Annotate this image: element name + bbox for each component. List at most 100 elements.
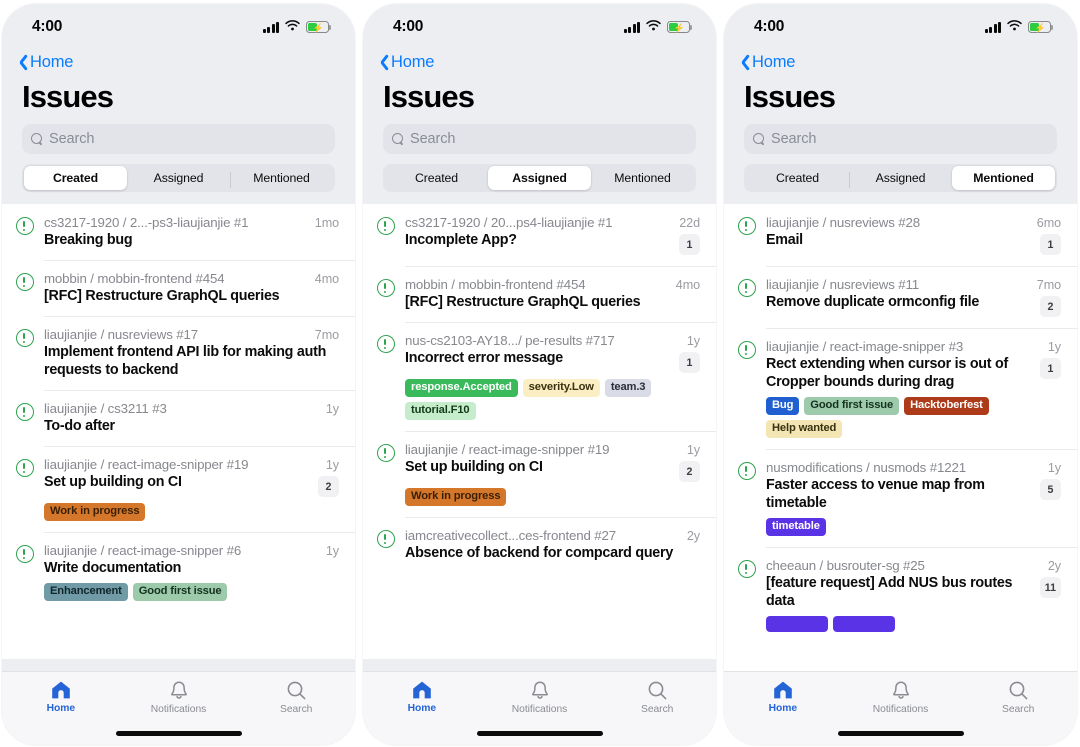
issue-label: Enhancement [44, 583, 128, 602]
home-icon [411, 680, 433, 700]
issue-list[interactable]: cs3217-1920 / 20...ps4-liaujianjie #1 22d… [363, 204, 716, 671]
issue-row[interactable]: cs3217-1920 / 20...ps4-liaujianjie #1 22d… [363, 204, 716, 266]
tabbar-item-search[interactable]: Search [959, 680, 1077, 745]
issue-row[interactable]: nusmodifications / nusmods #1221 1y Faster… [724, 449, 1077, 547]
issue-list[interactable]: liaujianjie / nusreviews #28 6mo Email 1 lia… [724, 204, 1077, 671]
comment-count-badge: 1 [679, 234, 700, 255]
issue-row[interactable]: mobbin / mobbin-frontend #454 4mo [RFC] Re… [2, 260, 355, 316]
issue-row-content: liaujianjie / nusreviews #11 7mo Remove du… [766, 277, 1061, 317]
issue-row[interactable]: liaujianjie / cs3211 #3 1y To-do after [2, 390, 355, 446]
issue-row[interactable]: cs3217-1920 / 2...-ps3-liaujianjie #1 1mo… [2, 204, 355, 260]
segmented-control-area: Created Assigned Mentioned [363, 164, 716, 204]
phone-panel-3: 4:00 ⚡ Home Issues Search Created Assigned Ment… [724, 4, 1077, 745]
tabbar-item-home[interactable]: Home [363, 680, 481, 745]
search-placeholder: Search [410, 131, 456, 147]
issue-row[interactable]: iamcreativecollect...ces-frontend #27 2y A… [363, 517, 716, 573]
back-button-label[interactable]: Home [752, 53, 795, 72]
issue-age: 1mo [314, 216, 339, 230]
issue-list[interactable]: cs3217-1920 / 2...-ps3-liaujianjie #1 1mo… [2, 204, 355, 671]
tabbar-item-home[interactable]: Home [2, 680, 120, 745]
tab-mentioned[interactable]: Mentioned [591, 166, 694, 190]
issue-row[interactable]: liaujianjie / react-image-snipper #3 1y Re… [724, 328, 1077, 449]
issue-repo: liaujianjie / nusreviews #17 [44, 327, 198, 342]
wifi-icon [1007, 18, 1022, 36]
chevron-left-icon[interactable] [15, 52, 28, 72]
tab-assigned[interactable]: Assigned [849, 166, 952, 190]
tab-created-label: Created [775, 171, 820, 185]
search-input[interactable]: Search [744, 124, 1057, 154]
home-indicator[interactable] [476, 731, 603, 736]
issue-row[interactable]: mobbin / mobbin-frontend #454 4mo [RFC] Re… [363, 266, 716, 322]
issue-row-header: liaujianjie / react-image-snipper #19 1y [44, 457, 339, 472]
tabbar-item-home[interactable]: Home [724, 680, 842, 745]
tabbar-item-search[interactable]: Search [598, 680, 716, 745]
segment-divider [230, 172, 231, 188]
issue-repo: liaujianjie / nusreviews #11 [766, 277, 919, 292]
issue-open-icon [16, 545, 34, 564]
page-title: Issues [2, 74, 355, 124]
back-button-label[interactable]: Home [391, 53, 434, 72]
issue-label: Good first issue [132, 583, 228, 602]
tab-mentioned[interactable]: Mentioned [230, 166, 333, 190]
tabbar-item-search[interactable]: Search [237, 680, 355, 745]
home-indicator[interactable] [837, 731, 964, 736]
issue-row[interactable]: nus-cs2103-AY18.../ pe-results #717 1y Inc… [363, 322, 716, 431]
issue-row-header: mobbin / mobbin-frontend #454 4mo [44, 271, 339, 286]
issue-row-header: mobbin / mobbin-frontend #454 4mo [405, 277, 700, 292]
issue-row[interactable]: liaujianjie / nusreviews #11 7mo Remove du… [724, 266, 1077, 328]
segmented-control-area: Created Assigned Mentioned [2, 164, 355, 204]
issue-title-line: [RFC] Restructure GraphQL queries [44, 287, 339, 305]
tab-created-label: Created [52, 171, 99, 185]
search-input[interactable]: Search [22, 124, 335, 154]
tab-created[interactable]: Created [24, 166, 127, 190]
issue-row-content: mobbin / mobbin-frontend #454 4mo [RFC] Re… [44, 271, 339, 305]
issue-row[interactable]: liaujianjie / nusreviews #17 7mo Implement… [2, 316, 355, 390]
issue-open-icon [377, 335, 395, 353]
issue-label: Work in progress [44, 503, 146, 522]
home-indicator[interactable] [115, 731, 242, 736]
search-icon [286, 680, 307, 701]
issue-title: Set up building on CI [405, 459, 543, 476]
status-bar-icons: ⚡ [262, 18, 332, 36]
phone-panel-1: 4:00 ⚡ Home Issues Search Created Assigned Ment… [2, 4, 355, 745]
tab-created[interactable]: Created [385, 166, 488, 190]
comment-count-badge: 11 [1039, 577, 1061, 599]
issue-row[interactable]: liaujianjie / react-image-snipper #6 1y Wr… [2, 532, 355, 612]
tab-assigned[interactable]: Assigned [127, 166, 230, 190]
issue-title-line: Absence of backend for compcard query [405, 544, 700, 562]
issue-row[interactable]: liaujianjie / react-image-snipper #19 1y S… [2, 446, 355, 532]
issue-row-header: nusmodifications / nusmods #1221 1y [766, 460, 1061, 475]
issue-row[interactable]: liaujianjie / nusreviews #28 6mo Email 1 [724, 204, 1077, 266]
tabbar-item-search-label: Search [641, 704, 674, 715]
comment-count-badge: 5 [1040, 479, 1061, 501]
issue-row[interactable]: cheeaun / busrouter-sg #25 2y [feature req… [724, 547, 1077, 643]
chevron-left-icon[interactable] [737, 52, 750, 72]
issue-row[interactable]: liaujianjie / react-image-snipper #19 1y S… [363, 431, 716, 517]
issue-age: 22d [679, 216, 700, 230]
issue-age: 7mo [1036, 278, 1061, 292]
battery-charging-icon: ⚡ [1028, 21, 1054, 33]
issue-title: Incorrect error message [405, 350, 563, 366]
issue-title-line: Breaking bug [44, 231, 339, 249]
tab-created[interactable]: Created [746, 166, 849, 190]
issue-title-line: [RFC] Restructure GraphQL queries [405, 293, 700, 311]
tab-mentioned[interactable]: Mentioned [952, 166, 1055, 190]
search-icon [647, 680, 668, 701]
issue-title: Implement frontend API lib for making au… [44, 344, 327, 378]
back-button-label[interactable]: Home [30, 53, 73, 72]
issue-row-content: liaujianjie / react-image-snipper #19 1y S… [44, 457, 339, 522]
tab-assigned[interactable]: Assigned [488, 166, 591, 190]
search-icon [392, 133, 404, 145]
search-input[interactable]: Search [383, 124, 696, 154]
search-area: Search [2, 124, 355, 164]
issue-labels: Work in progress [405, 488, 700, 507]
tabbar-item-home-label: Home [407, 703, 437, 714]
issue-label: tutorial.F10 [405, 402, 476, 421]
issue-title-line: Email 1 [766, 231, 1061, 255]
page-title: Issues [724, 74, 1077, 124]
issue-age: 6mo [1036, 216, 1061, 230]
issue-open-icon [377, 444, 395, 463]
issue-repo: mobbin / mobbin-frontend #454 [44, 271, 225, 286]
chevron-left-icon[interactable] [376, 52, 389, 72]
search-area: Search [724, 124, 1077, 164]
